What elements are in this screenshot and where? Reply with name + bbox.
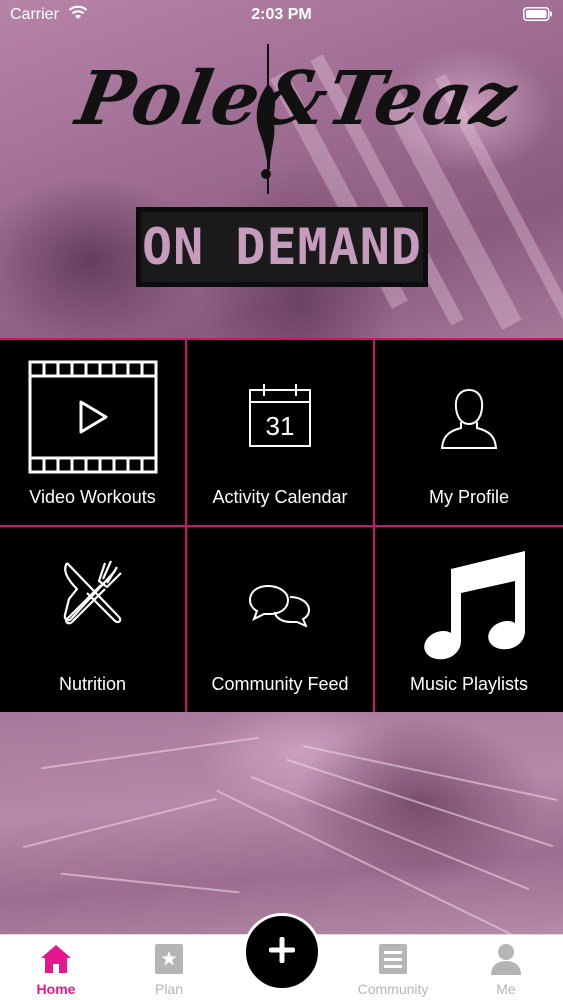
tab-home[interactable]: Home: [0, 935, 112, 1000]
tile-label: Nutrition: [58, 674, 127, 694]
fork-knife-icon: [0, 559, 185, 625]
profile-icon: [375, 386, 563, 450]
status-bar: Carrier 2:03 PM: [0, 0, 563, 30]
hair-strand: [216, 789, 514, 934]
tab-plan[interactable]: Plan: [113, 935, 225, 1000]
menu-grid: Video Workouts 31 Activity Calendar My P…: [0, 338, 563, 714]
calendar-icon: 31: [187, 384, 373, 448]
battery-icon: [523, 7, 553, 26]
tile-community-feed[interactable]: Community Feed: [187, 527, 375, 714]
logo-text: Pole&Teaz: [70, 56, 524, 142]
tile-nutrition[interactable]: Nutrition: [0, 527, 187, 714]
hair-strand: [40, 736, 260, 770]
status-time: 2:03 PM: [251, 6, 312, 23]
tile-activity-calendar[interactable]: 31 Activity Calendar: [187, 340, 375, 527]
video-icon: [0, 360, 185, 474]
pole-dancer-icon: [246, 44, 286, 199]
tile-music-playlists[interactable]: Music Playlists: [375, 527, 563, 714]
hair-strand: [60, 872, 240, 894]
hero-banner: Carrier 2:03 PM Pole&Teaz ON DEMAND: [0, 0, 563, 338]
hair-strand: [22, 797, 218, 849]
on-demand-badge: ON DEMAND: [136, 207, 428, 287]
plus-icon: [267, 935, 297, 970]
person-icon: [450, 943, 562, 975]
tab-label: Me: [496, 981, 516, 997]
tab-label: Home: [36, 981, 76, 997]
tab-community[interactable]: Community: [337, 935, 449, 1000]
background-photo: [0, 712, 563, 934]
calendar-day: 31: [266, 411, 295, 441]
tile-label: Video Workouts: [29, 487, 156, 507]
add-button[interactable]: [243, 913, 321, 991]
book-icon: [337, 943, 449, 975]
tile-label: Activity Calendar: [212, 487, 348, 507]
tab-me[interactable]: Me: [450, 935, 562, 1000]
home-icon: [0, 943, 112, 975]
hair-strand: [302, 744, 558, 802]
tile-video-workouts[interactable]: Video Workouts: [0, 340, 187, 527]
tile-label: Music Playlists: [409, 674, 529, 694]
tile-label: Community Feed: [211, 674, 349, 694]
tab-label: Plan: [154, 981, 184, 997]
tab-label: Community: [357, 981, 429, 997]
star-icon: [113, 943, 225, 975]
tile-my-profile[interactable]: My Profile: [375, 340, 563, 527]
tile-label: My Profile: [428, 487, 509, 507]
chat-bubbles-icon: [187, 583, 373, 627]
music-note-icon: [375, 539, 563, 663]
